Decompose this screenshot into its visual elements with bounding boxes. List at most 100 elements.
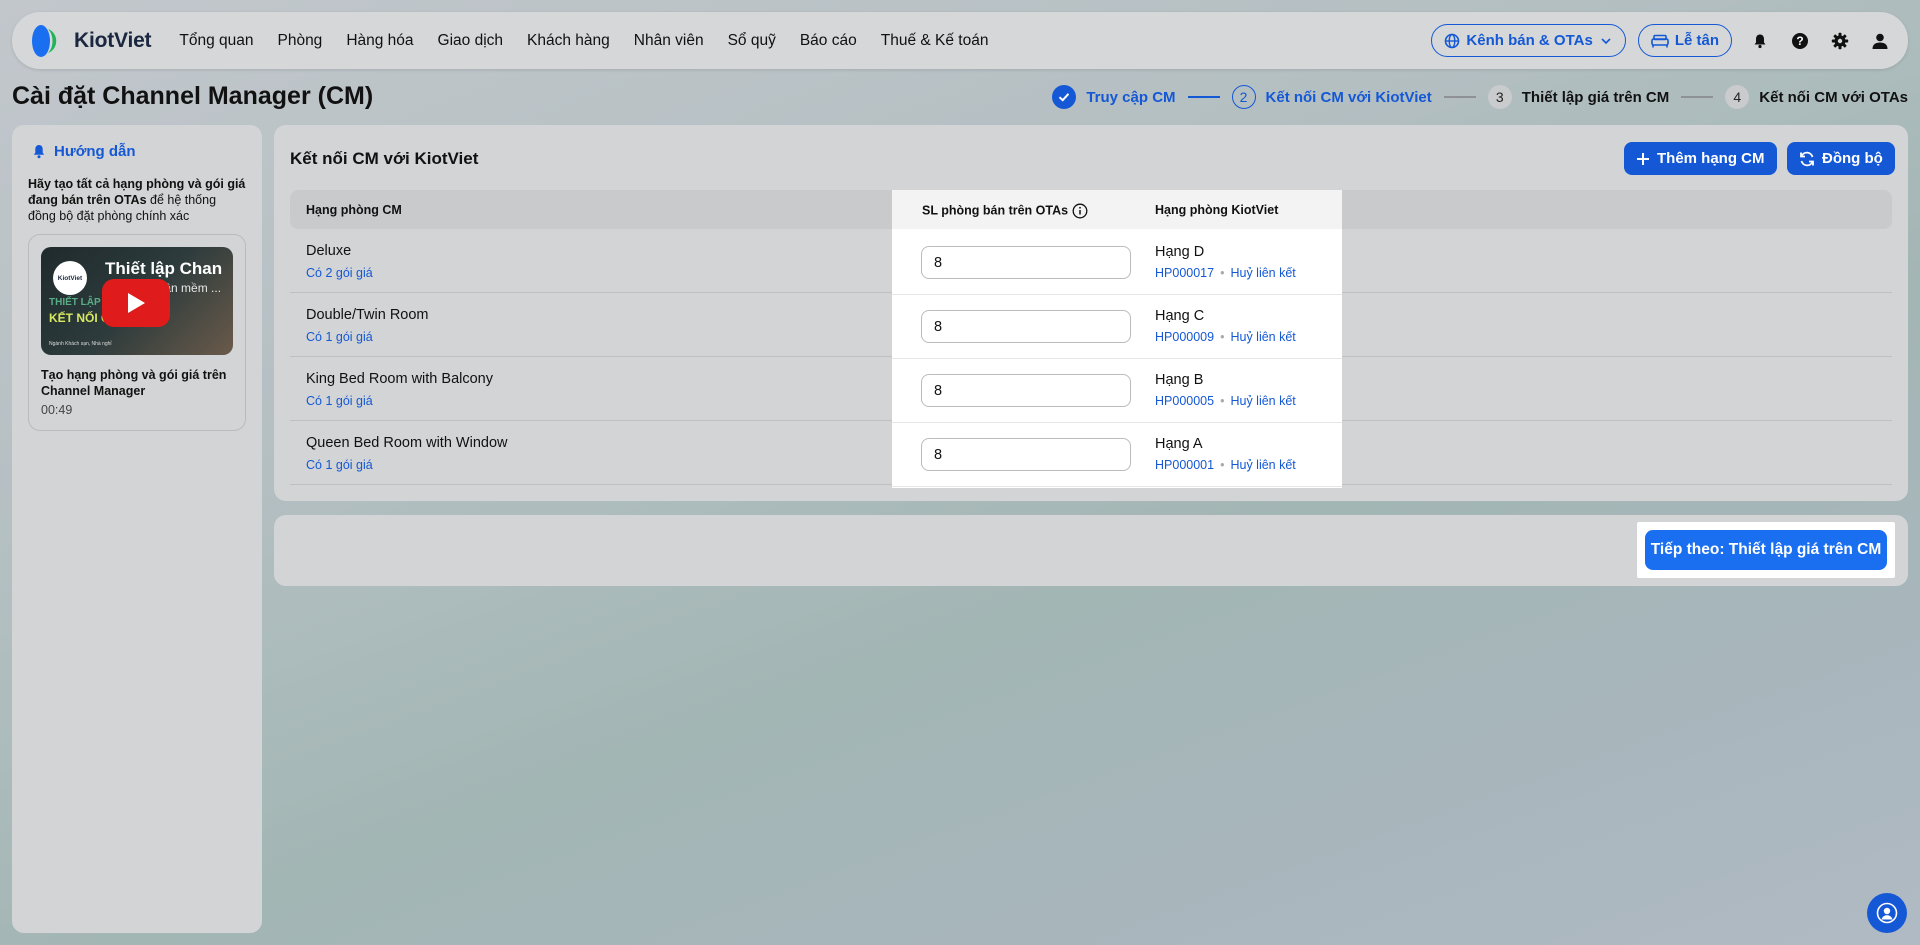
- video-thumbnail[interactable]: KiotViet Thiết lập Chan HDSD - Phần mềm …: [41, 247, 233, 355]
- thumbnail-title: Thiết lập Chan: [105, 259, 223, 278]
- package-count-link[interactable]: Có 1 gói giá: [306, 394, 373, 408]
- kv-room-name: Hạng D: [1155, 244, 1205, 260]
- package-count-link[interactable]: Có 2 gói giá: [306, 266, 373, 280]
- thumbnail-overlay-text: THIẾT LẬP: [49, 297, 101, 308]
- reception-label: Lễ tân: [1674, 32, 1719, 49]
- mapping-columns: SL phòng bán trên OTAs Hạng phòng KiotVi…: [892, 190, 1342, 488]
- brand-name: KiotViet: [74, 28, 152, 52]
- main-nav: Tổng quan Phòng Hàng hóa Giao dịch Khách…: [179, 32, 1012, 50]
- support-chat-button[interactable]: [1867, 893, 1907, 933]
- sync-icon: [1800, 151, 1814, 166]
- cm-room-name: Double/Twin Room: [306, 307, 429, 323]
- step-access-cm[interactable]: Truy cập CM: [1052, 85, 1176, 109]
- ota-qty-input[interactable]: 8: [921, 374, 1131, 407]
- step-connector: [1443, 96, 1476, 98]
- info-icon[interactable]: [1072, 203, 1088, 219]
- bed-icon: [1651, 34, 1669, 47]
- add-cm-room-label: Thêm hạng CM: [1657, 150, 1765, 167]
- unlink-link[interactable]: Huỷ liên kết: [1230, 266, 1295, 280]
- svg-text:?: ?: [1796, 34, 1803, 48]
- thumbnail-overlay-text: KẾT NỐI C: [49, 311, 110, 325]
- step-set-prices[interactable]: 3 Thiết lập giá trên CM: [1487, 85, 1670, 109]
- unlink-link[interactable]: Huỷ liên kết: [1230, 458, 1295, 472]
- step-connector: [1681, 96, 1714, 98]
- step-label: Thiết lập giá trên CM: [1521, 88, 1670, 106]
- chevron-down-icon: [1601, 37, 1611, 44]
- nav-item-tax-accounting[interactable]: Thuế & Kế toán: [881, 32, 989, 50]
- header-kv-room: Hạng phòng KiotViet: [1155, 203, 1279, 217]
- top-navbar: KiotViet Tổng quan Phòng Hàng hóa Giao d…: [12, 12, 1908, 69]
- header-ota-qty: SL phòng bán trên OTAs: [922, 203, 1088, 219]
- sync-button[interactable]: Đồng bộ: [1787, 142, 1895, 175]
- brand-logo[interactable]: KiotViet: [28, 23, 152, 59]
- guide-text: Hãy tạo tất cả hạng phòng và gói giá đan…: [28, 176, 246, 224]
- kv-room-meta: HP000005 • Huỷ liên kết: [1155, 394, 1296, 408]
- row-divider: [892, 422, 1342, 423]
- youtube-play-icon[interactable]: [102, 279, 170, 327]
- ota-qty-input[interactable]: 8: [921, 438, 1131, 471]
- step-number: 4: [1725, 85, 1750, 109]
- video-title[interactable]: Tạo hạng phòng và gói giá trên Channel M…: [41, 367, 233, 399]
- ota-qty-input[interactable]: 8: [921, 246, 1131, 279]
- step-label: Truy cập CM: [1086, 88, 1176, 106]
- guide-panel: Hướng dẫn Hãy tạo tất cả hạng phòng và g…: [12, 125, 262, 933]
- bell-icon: [1754, 34, 1766, 48]
- next-button-highlight: Tiếp theo: Thiết lập giá trên CM: [1637, 522, 1895, 578]
- row-divider: [892, 486, 1342, 487]
- kv-room-meta: HP000009 • Huỷ liên kết: [1155, 330, 1296, 344]
- settings-button[interactable]: [1824, 24, 1856, 57]
- package-count-link[interactable]: Có 1 gói giá: [306, 330, 373, 344]
- notifications-button[interactable]: [1744, 24, 1776, 57]
- sync-label: Đồng bộ: [1822, 150, 1883, 167]
- nav-item-reports[interactable]: Báo cáo: [800, 32, 857, 50]
- kv-room-code[interactable]: HP000001: [1155, 458, 1214, 472]
- video-card[interactable]: KiotViet Thiết lập Chan HDSD - Phần mềm …: [28, 234, 246, 431]
- package-count-link[interactable]: Có 1 gói giá: [306, 458, 373, 472]
- kv-room-code[interactable]: HP000005: [1155, 394, 1214, 408]
- help-button[interactable]: ?: [1784, 24, 1816, 57]
- kv-room-name: Hạng C: [1155, 308, 1205, 324]
- row-divider: [892, 358, 1342, 359]
- nav-item-customers[interactable]: Khách hàng: [527, 32, 610, 50]
- header-ota-qty-text: SL phòng bán trên OTAs: [922, 203, 1069, 218]
- kv-room-name: Hạng A: [1155, 436, 1203, 452]
- check-icon: [1052, 85, 1077, 109]
- nav-item-transactions[interactable]: Giao dịch: [438, 32, 503, 50]
- kv-room-code[interactable]: HP000017: [1155, 266, 1214, 280]
- step-label: Kết nối CM với OTAs: [1759, 88, 1908, 106]
- cm-room-name: King Bed Room with Balcony: [306, 371, 493, 387]
- bell-icon: [33, 145, 45, 159]
- step-label: Kết nối CM với KiotViet: [1265, 88, 1432, 106]
- cm-room-name: Deluxe: [306, 243, 352, 259]
- mapping-header: SL phòng bán trên OTAs Hạng phòng KiotVi…: [892, 190, 1342, 229]
- nav-item-goods[interactable]: Hàng hóa: [346, 32, 413, 50]
- nav-item-rooms[interactable]: Phòng: [277, 32, 322, 50]
- reception-button[interactable]: Lễ tân: [1637, 24, 1732, 57]
- guide-title: Hướng dẫn: [32, 143, 246, 160]
- step-connect-cm-kiotviet[interactable]: 2 Kết nối CM với KiotViet: [1231, 85, 1432, 109]
- user-icon: [1872, 33, 1888, 49]
- ota-qty-input[interactable]: 8: [921, 310, 1131, 343]
- step-number: 2: [1231, 85, 1256, 109]
- step-connect-otas[interactable]: 4 Kết nối CM với OTAs: [1725, 85, 1908, 109]
- step-number: 3: [1487, 85, 1512, 109]
- globe-icon: [1445, 33, 1460, 48]
- nav-item-cashbook[interactable]: Sổ quỹ: [728, 32, 776, 50]
- next-step-button[interactable]: Tiếp theo: Thiết lập giá trên CM: [1645, 530, 1887, 570]
- account-button[interactable]: [1864, 24, 1896, 57]
- add-cm-room-button[interactable]: Thêm hạng CM: [1624, 142, 1777, 175]
- kv-room-code[interactable]: HP000009: [1155, 330, 1214, 344]
- kiotviet-logo-icon: [28, 23, 64, 59]
- channels-otas-label: Kênh bán & OTAs: [1466, 32, 1593, 49]
- unlink-link[interactable]: Huỷ liên kết: [1230, 330, 1295, 344]
- kv-room-name: Hạng B: [1155, 372, 1204, 388]
- topbar-actions: Kênh bán & OTAs Lễ tân ?: [1431, 24, 1896, 57]
- nav-item-staff[interactable]: Nhân viên: [634, 32, 704, 50]
- channel-avatar: KiotViet: [53, 261, 87, 295]
- page-title: Cài đặt Channel Manager (CM): [12, 82, 374, 110]
- unlink-link[interactable]: Huỷ liên kết: [1230, 394, 1295, 408]
- step-connector: [1187, 96, 1220, 98]
- nav-item-overview[interactable]: Tổng quan: [179, 32, 253, 50]
- header-cm-room: Hạng phòng CM: [306, 203, 402, 217]
- channels-otas-button[interactable]: Kênh bán & OTAs: [1431, 24, 1626, 57]
